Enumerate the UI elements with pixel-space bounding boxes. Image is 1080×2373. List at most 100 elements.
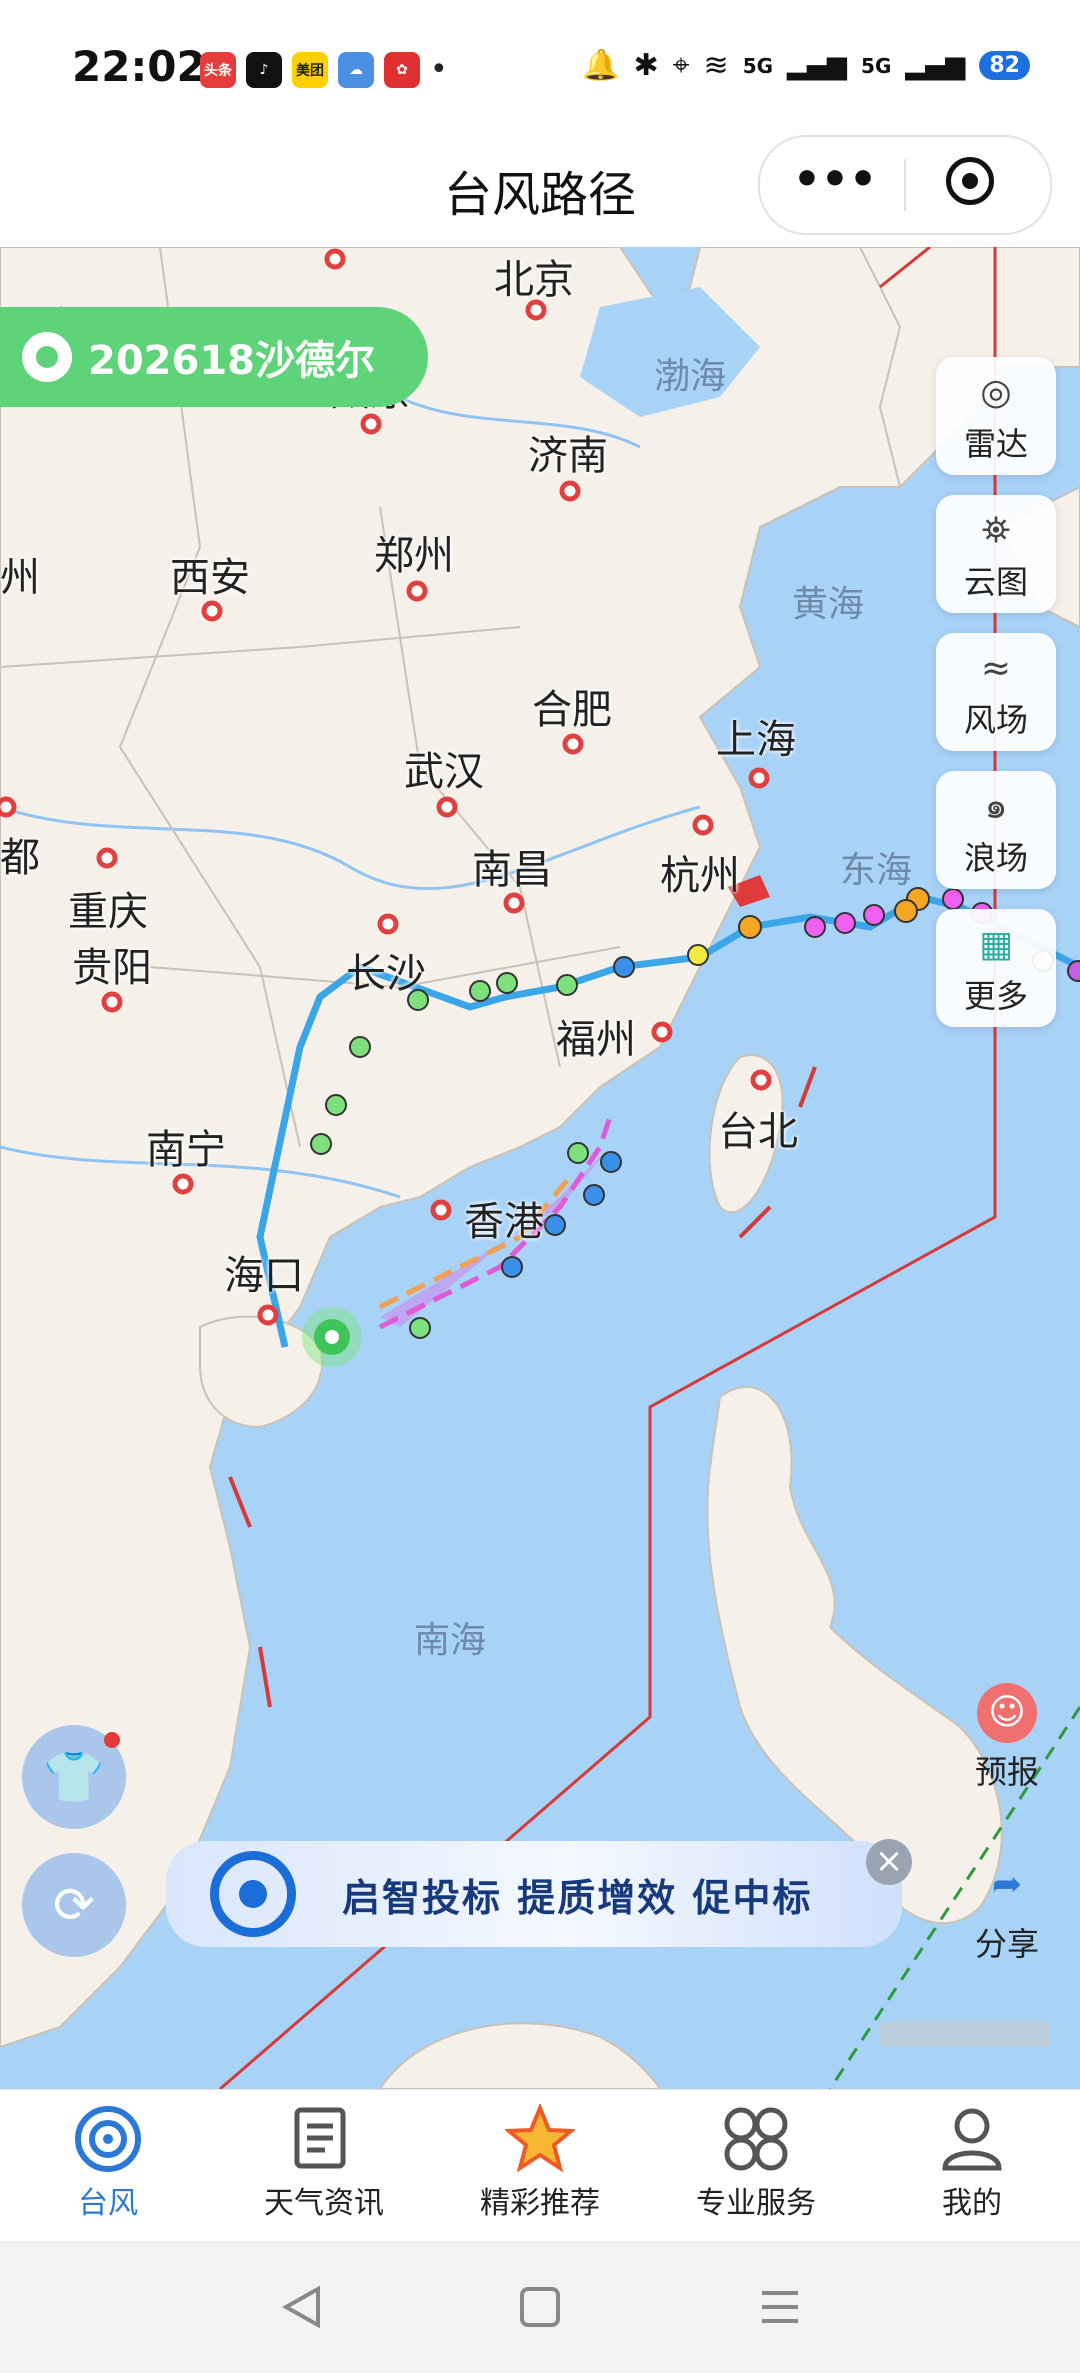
close-icon: × — [874, 1841, 904, 1881]
ad-banner-text: 启智投标 提质增效 促中标 — [342, 1876, 813, 1920]
city-label-chongqing: 重庆 — [68, 889, 148, 935]
more-grid-icon: ▦ — [978, 924, 1013, 965]
track-point — [687, 944, 709, 966]
sea-label-huanghai: 黄海 — [792, 584, 865, 625]
radar-label: 雷达 — [963, 425, 1028, 463]
city-label-lanzhou: 州 — [0, 555, 40, 601]
share-button[interactable]: ➦ 分享 — [952, 1855, 1062, 1965]
typhoon-map[interactable]: 北京 太原 济南 郑州 西安 合肥 武汉 上海 南昌 杭州 重庆 贵阳 长沙 福… — [0, 247, 1080, 2089]
borneo-land — [378, 2022, 662, 2089]
tab-typhoon[interactable]: 台风 — [0, 2090, 216, 2242]
tab-label: 我的 — [942, 2186, 1002, 2221]
notification-icons: 头条 ♪ 美团 ☁ ✿ • — [200, 52, 448, 88]
track-point — [556, 974, 578, 996]
typhoon-selector-badge[interactable]: 202618沙德尔 — [0, 307, 428, 407]
city-label-hongkong: 香港 — [464, 1199, 544, 1245]
meituan-app-icon: 美团 — [292, 52, 328, 88]
forecaster-icon: ☺ — [977, 1683, 1037, 1743]
city-label-wuhan: 武汉 — [404, 749, 484, 795]
douyin-app-icon: ♪ — [246, 52, 282, 88]
boundary-dash-4 — [798, 1066, 817, 1108]
tab-label: 台风 — [78, 2186, 138, 2221]
current-typhoon-icon — [302, 1307, 362, 1367]
more-label: 更多 — [963, 977, 1028, 1015]
bottom-tab-bar: 台风 天气资讯 精彩推荐 专业服务 我的 — [0, 2089, 1080, 2242]
sea-label-donghai: 东海 — [840, 850, 913, 891]
wave-icon: ๑ — [984, 786, 1008, 827]
city-label-shanghai: 上海 — [716, 717, 796, 763]
news-icon — [289, 2104, 359, 2174]
forecast-point — [544, 1214, 566, 1236]
track-point — [834, 912, 856, 934]
status-bar: 22:02 头条 ♪ 美团 ☁ ✿ • 🔔 ✱ ⌖ ≋ 5G ▂▄▆ 5G ▂▄… — [0, 0, 1080, 135]
wind-field-button[interactable]: ≈ 风场 — [936, 633, 1056, 751]
star-icon — [505, 2104, 575, 2174]
battery-level: 82 — [979, 51, 1030, 80]
track-point — [613, 956, 635, 978]
city-label-haikou: 海口 — [224, 1253, 304, 1299]
radar-icon: ◎ — [980, 372, 1012, 413]
capsule-divider — [904, 159, 906, 211]
wave-field-button[interactable]: ๑ 浪场 — [936, 771, 1056, 889]
wind-label: 风场 — [963, 701, 1028, 739]
track-point — [1067, 960, 1080, 982]
back-nav-icon[interactable] — [278, 2285, 326, 2329]
target-icon — [210, 1851, 296, 1937]
ad-banner[interactable]: 启智投标 提质增效 促中标 — [166, 1841, 902, 1947]
recents-nav-icon[interactable] — [756, 2285, 804, 2329]
tab-mine[interactable]: 我的 — [864, 2090, 1080, 2242]
close-ad-button[interactable]: × — [866, 1839, 912, 1885]
forecast-point — [567, 1142, 589, 1164]
city-label-nanchang: 南昌 — [472, 847, 552, 893]
tab-label: 专业服务 — [696, 2186, 816, 2221]
wave-label: 浪场 — [963, 839, 1028, 877]
track-point — [894, 899, 918, 923]
signal-bars-icon: ▂▄▆ — [787, 50, 848, 81]
refresh-icon: ⟳ — [53, 1876, 95, 1934]
city-label-fuzhou: 福州 — [556, 1017, 636, 1063]
more-notifications-dot: • — [430, 52, 448, 87]
tab-professional-service[interactable]: 专业服务 — [648, 2090, 864, 2242]
typhoon-tab-icon — [73, 2104, 143, 2174]
track-point — [942, 888, 964, 910]
home-nav-icon[interactable] — [516, 2285, 564, 2329]
city-label-beijing: 北京 — [494, 257, 574, 303]
tab-recommend[interactable]: 精彩推荐 — [432, 2090, 648, 2242]
satellite-icon: ⛯ — [981, 510, 1011, 551]
wind-icon: ≈ — [980, 648, 1012, 689]
sea-label-nanhai: 南海 — [414, 1620, 487, 1661]
city-label-jinan: 济南 — [528, 433, 608, 479]
refresh-button[interactable]: ⟳ — [22, 1853, 126, 1957]
more-tools-button[interactable]: ▦ 更多 — [936, 909, 1056, 1027]
status-time: 22:02 — [72, 42, 206, 91]
service-grid-icon — [721, 2104, 791, 2174]
city-label-xian: 西安 — [170, 555, 250, 601]
radar-button[interactable]: ◎ 雷达 — [936, 357, 1056, 475]
boundary-dash-1 — [228, 1476, 252, 1528]
track-point — [863, 904, 885, 926]
tab-weather-news[interactable]: 天气资讯 — [216, 2090, 432, 2242]
boundary-dash-3 — [738, 1205, 772, 1239]
share-label: 分享 — [974, 1925, 1039, 1963]
weather-app-icon: ☁ — [338, 52, 374, 88]
bell-icon: 🔔 — [582, 48, 620, 83]
typhoon-icon — [22, 332, 72, 382]
shirt-icon: 👕 — [42, 1748, 106, 1806]
more-menu-button[interactable]: ••• — [790, 155, 880, 215]
status-indicators: 🔔 ✱ ⌖ ≋ 5G ▂▄▆ 5G ▂▄▆ 82 — [582, 48, 1030, 83]
satellite-button[interactable]: ⛯ 云图 — [936, 495, 1056, 613]
signal-5g-icon: 5G — [742, 53, 774, 78]
share-icon: ➦ — [991, 1864, 1023, 1905]
signal-bars-icon-2: ▂▄▆ — [905, 50, 966, 81]
satellite-label: 云图 — [963, 563, 1028, 601]
wifi-icon: ≋ — [703, 48, 729, 83]
tab-label: 天气资讯 — [264, 2186, 384, 2221]
forecast-button[interactable]: ☺ 预报 — [952, 1683, 1062, 1793]
miniapp-capsule: ••• — [758, 135, 1052, 235]
track-point — [738, 915, 762, 939]
notification-dot — [104, 1732, 120, 1748]
signal-5g-icon-2: 5G — [861, 53, 892, 78]
forecast-point — [501, 1256, 523, 1278]
close-miniapp-button[interactable] — [946, 157, 994, 205]
city-label-changsha: 长沙 — [346, 951, 426, 997]
